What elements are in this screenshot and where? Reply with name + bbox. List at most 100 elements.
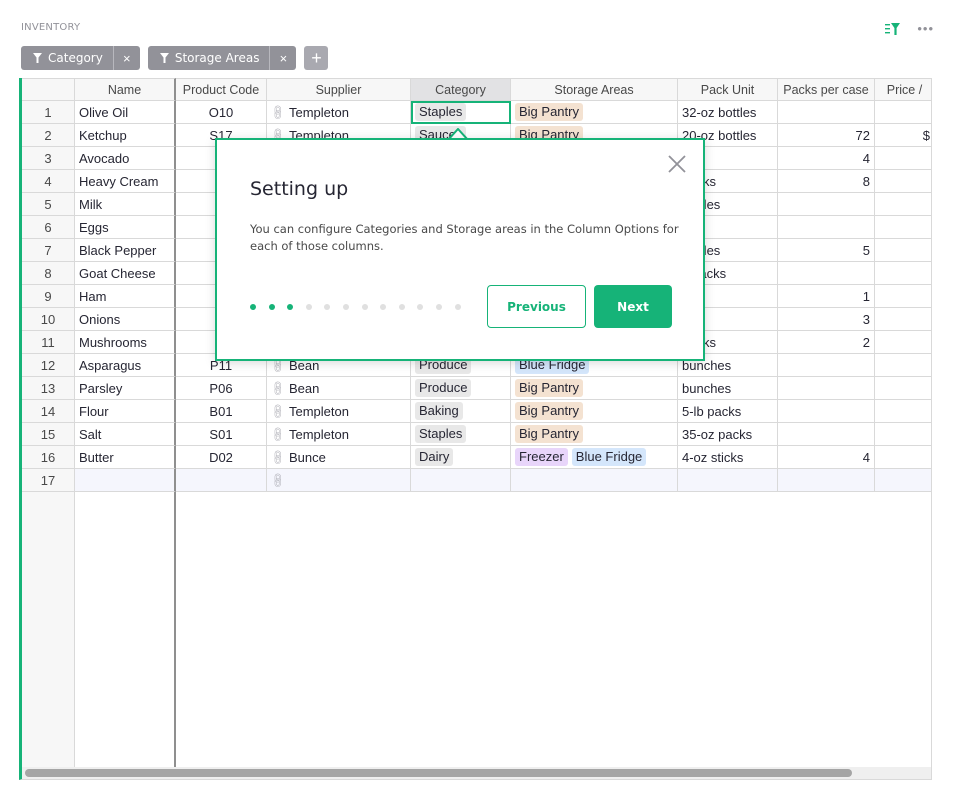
cell-pack-unit[interactable]: 5-lb packs bbox=[678, 400, 778, 423]
cell-name[interactable]: Salt bbox=[75, 423, 176, 446]
cell-packs-per-case[interactable]: 72 bbox=[778, 124, 875, 147]
cell-pack-unit[interactable]: 35-oz packs bbox=[678, 423, 778, 446]
cell-storage-areas[interactable]: Big Pantry bbox=[511, 377, 678, 400]
cell-packs-per-case[interactable] bbox=[778, 469, 875, 492]
cell-price[interactable] bbox=[875, 423, 931, 446]
cell-name[interactable]: Heavy Cream bbox=[75, 170, 176, 193]
cell-packs-per-case[interactable] bbox=[778, 377, 875, 400]
cell-product-code[interactable]: O10 bbox=[176, 101, 267, 124]
cell-price[interactable] bbox=[875, 354, 931, 377]
cell-price[interactable] bbox=[875, 216, 931, 239]
cell-category[interactable]: Baking bbox=[411, 400, 511, 423]
cell-name[interactable]: Black Pepper bbox=[75, 239, 176, 262]
cell-name[interactable]: Parsley bbox=[75, 377, 176, 400]
column-header-category[interactable]: Category bbox=[411, 78, 511, 101]
cell-storage-areas[interactable]: Freezer Blue Fridge bbox=[511, 446, 678, 469]
next-button[interactable]: Next bbox=[594, 285, 672, 328]
cell-price[interactable] bbox=[875, 285, 931, 308]
cell-packs-per-case[interactable] bbox=[778, 354, 875, 377]
column-header-price[interactable]: Price / bbox=[875, 78, 931, 101]
cell-price[interactable] bbox=[875, 377, 931, 400]
row-number[interactable]: 7 bbox=[22, 239, 75, 262]
row-number[interactable]: 12 bbox=[22, 354, 75, 377]
previous-button[interactable]: Previous bbox=[487, 285, 586, 328]
column-header-pack-unit[interactable]: Pack Unit bbox=[678, 78, 778, 101]
row-number[interactable]: 17 bbox=[22, 469, 75, 492]
cell-supplier[interactable]: 🔗︎ Templeton bbox=[267, 400, 411, 423]
column-header-packs-per-case[interactable]: Packs per case bbox=[778, 78, 875, 101]
cell-packs-per-case[interactable] bbox=[778, 216, 875, 239]
cell-category[interactable]: Staples bbox=[411, 101, 511, 124]
column-header-supplier[interactable]: Supplier bbox=[267, 78, 411, 101]
cell-packs-per-case[interactable]: 5 bbox=[778, 239, 875, 262]
cell-packs-per-case[interactable] bbox=[778, 101, 875, 124]
row-number[interactable]: 1 bbox=[22, 101, 75, 124]
corner-cell[interactable] bbox=[22, 78, 75, 101]
row-number[interactable]: 15 bbox=[22, 423, 75, 446]
cell-price[interactable] bbox=[875, 239, 931, 262]
cell-name[interactable]: Ham bbox=[75, 285, 176, 308]
row-number[interactable]: 9 bbox=[22, 285, 75, 308]
cell-storage-areas[interactable]: Big Pantry bbox=[511, 423, 678, 446]
filter-category-button[interactable]: Category bbox=[21, 46, 113, 70]
cell-price[interactable]: $ bbox=[875, 124, 931, 147]
cell-name[interactable]: Olive Oil bbox=[75, 101, 176, 124]
cell-supplier[interactable]: 🔗︎ bbox=[267, 469, 411, 492]
row-number[interactable]: 2 bbox=[22, 124, 75, 147]
cell-name[interactable]: Milk bbox=[75, 193, 176, 216]
cell-pack-unit[interactable]: 32-oz bottles bbox=[678, 101, 778, 124]
more-options-icon[interactable]: ••• bbox=[917, 22, 934, 35]
cell-price[interactable] bbox=[875, 446, 931, 469]
add-new-row[interactable]: 17 🔗︎ bbox=[22, 469, 931, 492]
cell-storage-areas[interactable] bbox=[511, 469, 678, 492]
row-number[interactable]: 10 bbox=[22, 308, 75, 331]
cell-storage-areas[interactable]: Big Pantry bbox=[511, 400, 678, 423]
add-filter-button[interactable]: + bbox=[304, 46, 329, 70]
cell-price[interactable] bbox=[875, 193, 931, 216]
cell-product-code[interactable]: D02 bbox=[176, 446, 267, 469]
cell-pack-unit[interactable]: 4-oz sticks bbox=[678, 446, 778, 469]
cell-supplier[interactable]: 🔗︎ Templeton bbox=[267, 423, 411, 446]
row-number[interactable]: 3 bbox=[22, 147, 75, 170]
cell-pack-unit[interactable] bbox=[678, 469, 778, 492]
cell-product-code[interactable] bbox=[176, 469, 267, 492]
row-number[interactable]: 14 bbox=[22, 400, 75, 423]
cell-supplier[interactable]: 🔗︎ Templeton bbox=[267, 101, 411, 124]
cell-packs-per-case[interactable]: 3 bbox=[778, 308, 875, 331]
cell-packs-per-case[interactable] bbox=[778, 262, 875, 285]
filter-storage-areas-button[interactable]: Storage Areas bbox=[148, 46, 270, 70]
cell-category[interactable]: Produce bbox=[411, 377, 511, 400]
cell-name[interactable]: Butter bbox=[75, 446, 176, 469]
row-number[interactable]: 8 bbox=[22, 262, 75, 285]
cell-product-code[interactable]: S01 bbox=[176, 423, 267, 446]
cell-storage-areas[interactable]: Big Pantry bbox=[511, 101, 678, 124]
cell-name[interactable] bbox=[75, 469, 176, 492]
cell-product-code[interactable]: B01 bbox=[176, 400, 267, 423]
cell-category[interactable] bbox=[411, 469, 511, 492]
cell-name[interactable]: Eggs bbox=[75, 216, 176, 239]
cell-packs-per-case[interactable]: 2 bbox=[778, 331, 875, 354]
cell-name[interactable]: Flour bbox=[75, 400, 176, 423]
sort-filter-icon[interactable] bbox=[885, 22, 901, 36]
cell-product-code[interactable]: P06 bbox=[176, 377, 267, 400]
row-number[interactable]: 5 bbox=[22, 193, 75, 216]
cell-price[interactable] bbox=[875, 101, 931, 124]
cell-category[interactable]: Staples bbox=[411, 423, 511, 446]
cell-packs-per-case[interactable]: 1 bbox=[778, 285, 875, 308]
cell-name[interactable]: Mushrooms bbox=[75, 331, 176, 354]
cell-packs-per-case[interactable]: 4 bbox=[778, 446, 875, 469]
cell-packs-per-case[interactable] bbox=[778, 193, 875, 216]
cell-price[interactable] bbox=[875, 331, 931, 354]
cell-packs-per-case[interactable] bbox=[778, 423, 875, 446]
remove-filter-category-button[interactable]: × bbox=[112, 46, 140, 70]
cell-name[interactable]: Goat Cheese bbox=[75, 262, 176, 285]
cell-name[interactable]: Asparagus bbox=[75, 354, 176, 377]
cell-packs-per-case[interactable]: 8 bbox=[778, 170, 875, 193]
close-icon[interactable] bbox=[667, 154, 687, 174]
cell-packs-per-case[interactable] bbox=[778, 400, 875, 423]
row-number[interactable]: 11 bbox=[22, 331, 75, 354]
horizontal-scrollbar[interactable] bbox=[22, 767, 931, 779]
row-number[interactable]: 13 bbox=[22, 377, 75, 400]
cell-supplier[interactable]: 🔗︎ Bunce bbox=[267, 446, 411, 469]
cell-name[interactable]: Avocado bbox=[75, 147, 176, 170]
